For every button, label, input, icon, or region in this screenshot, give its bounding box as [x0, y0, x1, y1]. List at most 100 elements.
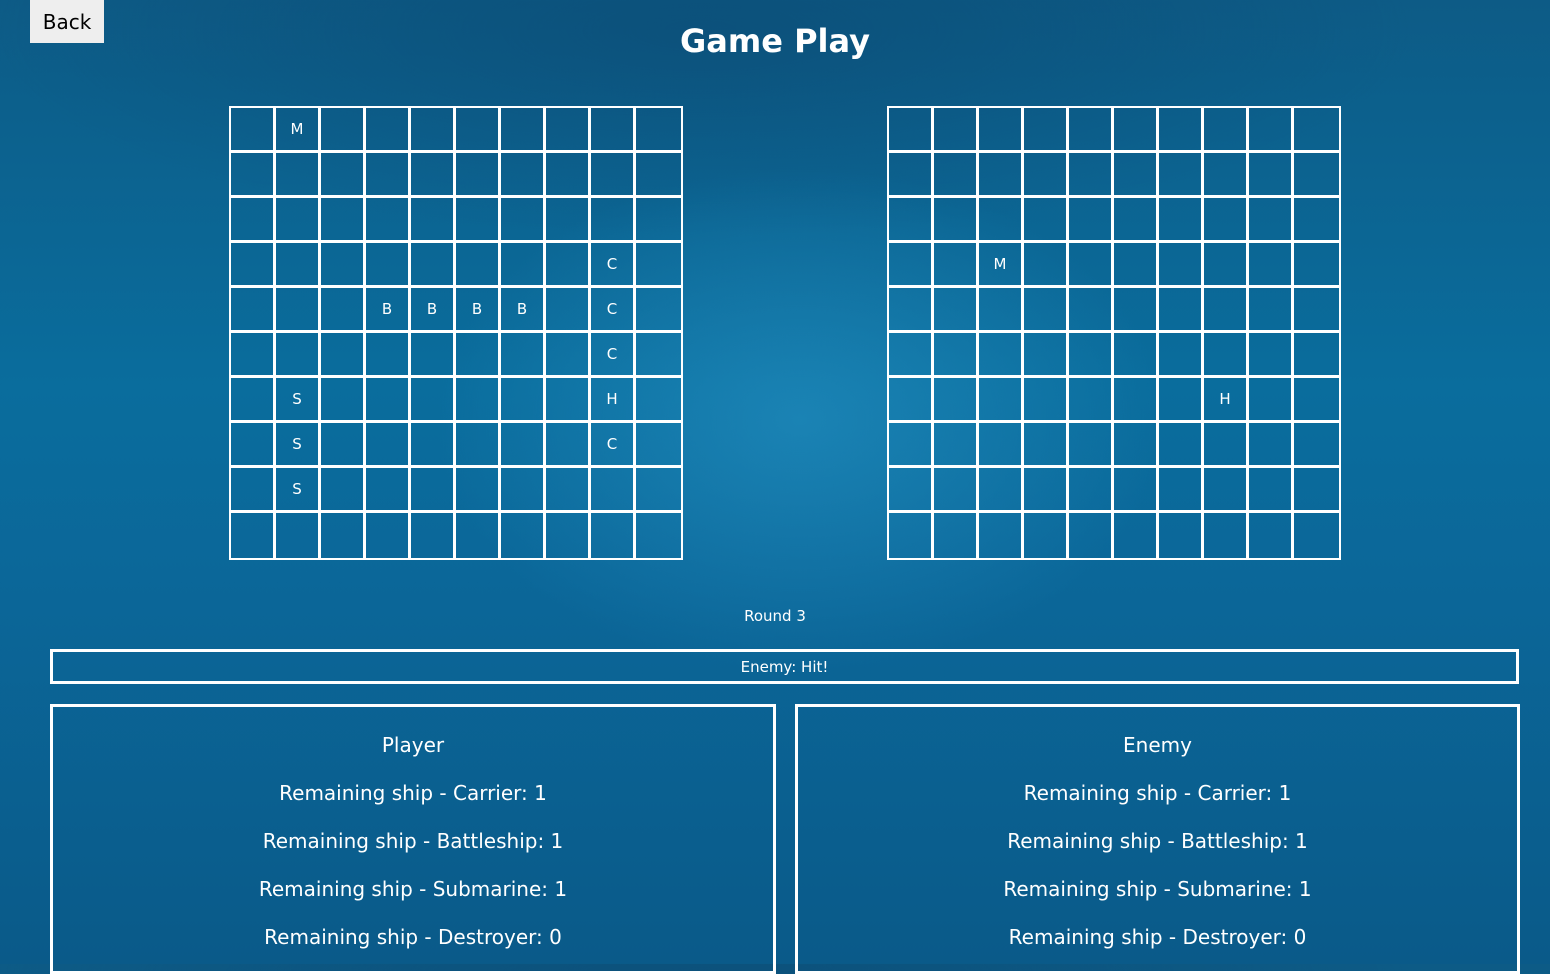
player-board-cell[interactable]: H	[591, 378, 636, 423]
enemy-board-cell[interactable]: H	[1204, 378, 1249, 423]
player-board-cell[interactable]	[321, 198, 366, 243]
enemy-board-cell[interactable]	[1204, 108, 1249, 153]
player-board-cell[interactable]	[636, 423, 681, 468]
player-board-cell[interactable]	[456, 108, 501, 153]
player-board-cell[interactable]	[321, 243, 366, 288]
enemy-board-cell[interactable]	[889, 378, 934, 423]
enemy-board-cell[interactable]	[1249, 198, 1294, 243]
enemy-board-cell[interactable]	[1024, 513, 1069, 558]
enemy-board-cell[interactable]	[1024, 198, 1069, 243]
player-board-cell[interactable]	[546, 513, 591, 558]
player-board-cell[interactable]	[321, 468, 366, 513]
player-board-cell[interactable]	[501, 513, 546, 558]
enemy-board-cell[interactable]	[1114, 198, 1159, 243]
player-board-cell[interactable]	[546, 378, 591, 423]
enemy-board-cell[interactable]	[1294, 198, 1339, 243]
player-board-cell[interactable]: C	[591, 423, 636, 468]
enemy-board-cell[interactable]: M	[979, 243, 1024, 288]
player-board-cell[interactable]	[411, 333, 456, 378]
enemy-board-cell[interactable]	[1069, 108, 1114, 153]
player-board-cell[interactable]	[321, 423, 366, 468]
enemy-board-cell[interactable]	[1204, 513, 1249, 558]
player-board-cell[interactable]	[276, 288, 321, 333]
player-board-cell[interactable]	[321, 153, 366, 198]
enemy-board-cell[interactable]	[1294, 378, 1339, 423]
enemy-board-cell[interactable]	[979, 423, 1024, 468]
enemy-board-cell[interactable]	[1024, 288, 1069, 333]
player-board-cell[interactable]: B	[456, 288, 501, 333]
player-board-cell[interactable]	[456, 198, 501, 243]
enemy-board-cell[interactable]	[1024, 108, 1069, 153]
enemy-board-cell[interactable]	[1114, 153, 1159, 198]
enemy-board-cell[interactable]	[979, 378, 1024, 423]
enemy-board-cell[interactable]	[979, 153, 1024, 198]
enemy-board-cell[interactable]	[889, 513, 934, 558]
player-board-cell[interactable]	[411, 108, 456, 153]
player-board-cell[interactable]	[636, 513, 681, 558]
player-board-cell[interactable]	[366, 468, 411, 513]
enemy-board-cell[interactable]	[1204, 198, 1249, 243]
enemy-board-cell[interactable]	[1159, 243, 1204, 288]
enemy-board-cell[interactable]	[1249, 108, 1294, 153]
player-board-cell[interactable]	[411, 378, 456, 423]
enemy-board-cell[interactable]	[1024, 468, 1069, 513]
enemy-board-cell[interactable]	[1294, 108, 1339, 153]
enemy-board-cell[interactable]	[1114, 423, 1159, 468]
player-board-cell[interactable]	[411, 198, 456, 243]
enemy-board-cell[interactable]	[889, 468, 934, 513]
enemy-board-cell[interactable]	[1159, 108, 1204, 153]
player-board-cell[interactable]	[636, 153, 681, 198]
player-board-cell[interactable]: C	[591, 333, 636, 378]
player-board-cell[interactable]	[591, 468, 636, 513]
enemy-board-cell[interactable]	[1294, 513, 1339, 558]
player-board-cell[interactable]	[366, 333, 411, 378]
player-board-cell[interactable]	[366, 108, 411, 153]
player-board-cell[interactable]	[276, 333, 321, 378]
player-board-cell[interactable]	[231, 108, 276, 153]
player-board-cell[interactable]	[366, 513, 411, 558]
enemy-board-cell[interactable]	[1249, 288, 1294, 333]
enemy-board-cell[interactable]	[934, 378, 979, 423]
enemy-board-cell[interactable]	[1159, 513, 1204, 558]
enemy-board-cell[interactable]	[889, 243, 934, 288]
enemy-board-cell[interactable]	[979, 513, 1024, 558]
player-board-cell[interactable]	[591, 153, 636, 198]
enemy-board-cell[interactable]	[1294, 333, 1339, 378]
enemy-board-cell[interactable]	[934, 423, 979, 468]
player-board-cell[interactable]	[636, 288, 681, 333]
enemy-board-cell[interactable]	[934, 513, 979, 558]
enemy-board-cell[interactable]	[934, 333, 979, 378]
enemy-board-cell[interactable]	[1114, 288, 1159, 333]
player-board-cell[interactable]	[276, 243, 321, 288]
enemy-board-cell[interactable]	[1069, 153, 1114, 198]
player-board-cell[interactable]: B	[366, 288, 411, 333]
player-board-cell[interactable]	[456, 153, 501, 198]
player-board-cell[interactable]	[456, 243, 501, 288]
player-board-cell[interactable]	[411, 423, 456, 468]
player-board-cell[interactable]	[636, 333, 681, 378]
enemy-board-cell[interactable]	[979, 288, 1024, 333]
player-board-cell[interactable]	[546, 198, 591, 243]
player-board-cell[interactable]	[366, 153, 411, 198]
player-board-cell[interactable]	[366, 423, 411, 468]
enemy-board-cell[interactable]	[1069, 468, 1114, 513]
player-board-cell[interactable]	[636, 468, 681, 513]
enemy-board-cell[interactable]	[934, 198, 979, 243]
enemy-board-cell[interactable]	[889, 153, 934, 198]
enemy-board-cell[interactable]	[1294, 423, 1339, 468]
enemy-board-cell[interactable]	[1294, 288, 1339, 333]
player-board-cell[interactable]	[456, 423, 501, 468]
enemy-board-cell[interactable]	[1069, 513, 1114, 558]
player-board-cell[interactable]	[501, 243, 546, 288]
player-board-cell[interactable]: C	[591, 288, 636, 333]
enemy-board-cell[interactable]	[1294, 468, 1339, 513]
enemy-board-cell[interactable]	[979, 333, 1024, 378]
player-board-cell[interactable]	[501, 333, 546, 378]
player-board-cell[interactable]	[276, 513, 321, 558]
player-board-cell[interactable]	[591, 108, 636, 153]
player-board-cell[interactable]	[501, 153, 546, 198]
player-board-cell[interactable]	[231, 513, 276, 558]
player-board-cell[interactable]: S	[276, 423, 321, 468]
player-board-cell[interactable]	[276, 198, 321, 243]
player-board-cell[interactable]	[456, 513, 501, 558]
